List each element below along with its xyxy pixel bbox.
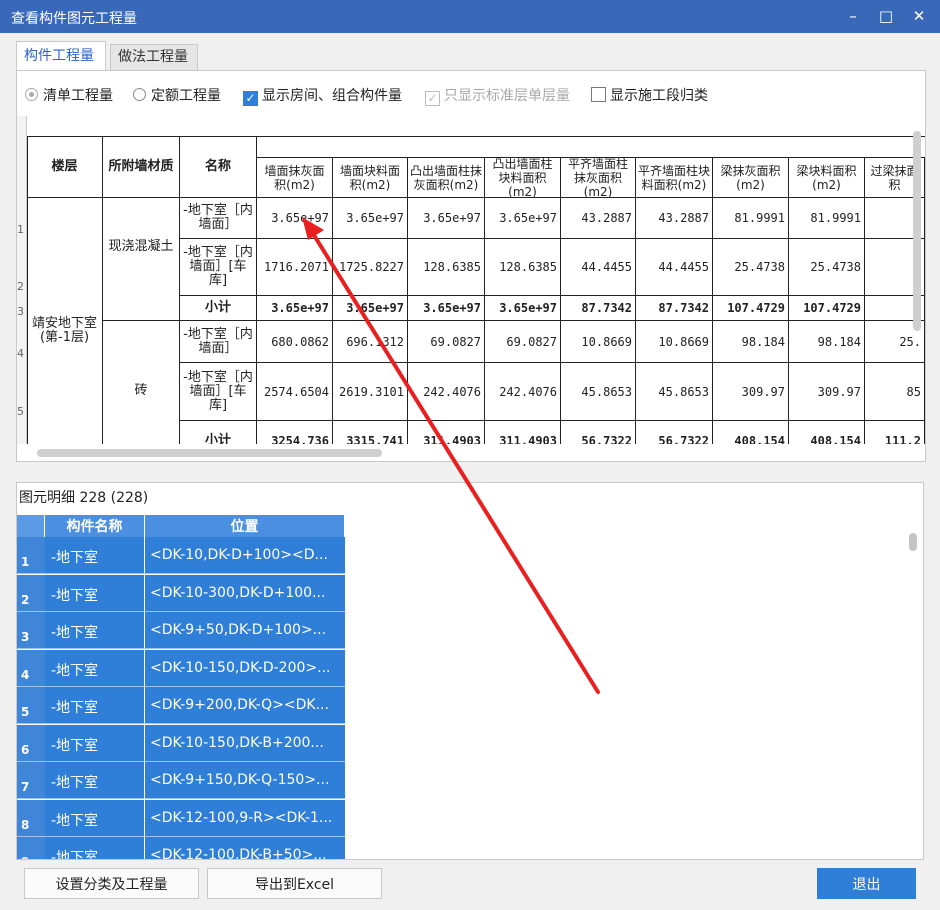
annotation-arrow — [302, 217, 600, 694]
